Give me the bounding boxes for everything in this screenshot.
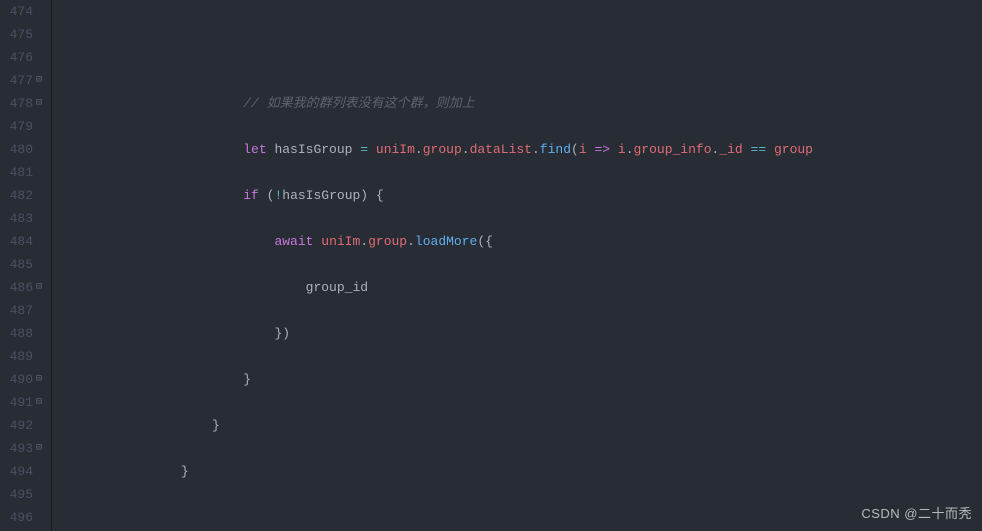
line-number: 476 xyxy=(0,46,43,69)
fold-icon[interactable]: ⊟ xyxy=(33,391,45,414)
code-line xyxy=(56,46,982,69)
code-line: await uniIm.group.loadMore({ xyxy=(56,230,982,253)
watermark: CSDN @二十而秃 xyxy=(861,502,972,525)
line-number: 484 xyxy=(0,230,43,253)
code-line: } xyxy=(56,368,982,391)
comment: // 如果我的群列表没有这个群，则加上 xyxy=(243,96,474,111)
code-line: }) xyxy=(56,322,982,345)
line-number: 487 xyxy=(0,299,43,322)
line-number: 475 xyxy=(0,23,43,46)
fold-icon[interactable]: ⊟ xyxy=(33,92,45,115)
line-number: 493⊟ xyxy=(0,437,43,460)
line-number: 496 xyxy=(0,506,43,529)
code-line: let hasIsGroup = uniIm.group.dataList.fi… xyxy=(56,138,982,161)
line-number: 478⊟ xyxy=(0,92,43,115)
line-number: 489 xyxy=(0,345,43,368)
line-number: 494 xyxy=(0,460,43,483)
code-line: } xyxy=(56,414,982,437)
code-line: group_id xyxy=(56,276,982,299)
code-line: if (!hasIsGroup) { xyxy=(56,184,982,207)
line-number-gutter: 474475476477⊟478⊟47948048148248348448548… xyxy=(0,0,52,531)
line-number: 480 xyxy=(0,138,43,161)
line-number: 482 xyxy=(0,184,43,207)
line-number: 474 xyxy=(0,0,43,23)
line-number: 492 xyxy=(0,414,43,437)
line-number: 491⊟ xyxy=(0,391,43,414)
code-line: // 如果我的群列表没有这个群，则加上 xyxy=(56,92,982,115)
line-number: 490⊟ xyxy=(0,368,43,391)
line-number: 481 xyxy=(0,161,43,184)
fold-icon[interactable]: ⊟ xyxy=(33,276,45,299)
line-number: 483 xyxy=(0,207,43,230)
line-number: 495 xyxy=(0,483,43,506)
line-number: 477⊟ xyxy=(0,69,43,92)
line-number: 485 xyxy=(0,253,43,276)
fold-icon[interactable]: ⊟ xyxy=(33,69,45,92)
code-line xyxy=(56,506,982,529)
code-area[interactable]: // 如果我的群列表没有这个群，则加上 let hasIsGroup = uni… xyxy=(52,0,982,531)
line-number: 479 xyxy=(0,115,43,138)
code-editor[interactable]: 474475476477⊟478⊟47948048148248348448548… xyxy=(0,0,982,531)
fold-icon[interactable]: ⊟ xyxy=(33,368,45,391)
code-line: } xyxy=(56,460,982,483)
line-number: 486⊟ xyxy=(0,276,43,299)
fold-icon[interactable]: ⊟ xyxy=(33,437,45,460)
line-number: 488 xyxy=(0,322,43,345)
